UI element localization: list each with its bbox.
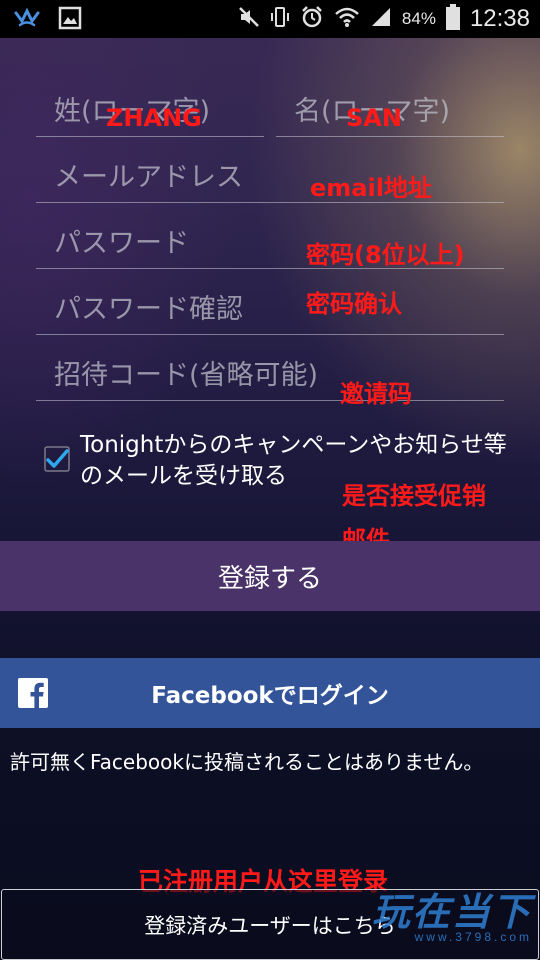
- mute-icon: [238, 6, 260, 32]
- invite-code-field[interactable]: 招待コード(省略可能): [36, 350, 504, 401]
- password-placeholder: パスワード: [54, 228, 189, 259]
- annotation-newsletter-line1: 是否接受促销: [342, 482, 486, 510]
- status-bar: 84% 12:38: [0, 0, 540, 38]
- annotation-password-confirm: 密码确认: [306, 290, 402, 318]
- annotation-password: 密码(8位以上): [306, 241, 465, 269]
- password-confirm-placeholder: パスワード確認: [54, 294, 243, 325]
- battery-percent: 84%: [401, 9, 436, 28]
- battery-icon: [445, 4, 460, 34]
- facebook-login-label: Facebookでログイン: [151, 683, 389, 709]
- register-button[interactable]: 登録する: [0, 541, 540, 611]
- email-field[interactable]: メールアドレス: [36, 152, 504, 203]
- facebook-icon: [18, 678, 48, 708]
- email-placeholder: メールアドレス: [54, 162, 243, 193]
- existing-user-login-label: 登録済みユーザーはこちら: [144, 913, 396, 938]
- password-confirm-field[interactable]: パスワード確認: [36, 284, 504, 335]
- annotation-email: email地址: [310, 174, 432, 202]
- signal-icon: [370, 6, 392, 32]
- app-notification-icon: [14, 7, 40, 33]
- wifi-icon: [334, 6, 360, 32]
- annotation-first-name: SAN: [346, 104, 402, 132]
- watermark-logo: 玩在当下 www.3798.com: [371, 889, 532, 945]
- vibrate-icon: [270, 5, 290, 33]
- watermark-main-text: 玩在当下: [371, 889, 532, 934]
- clock: 12:38: [469, 5, 530, 32]
- facebook-login-button[interactable]: Facebookでログイン: [0, 658, 540, 728]
- gallery-icon: [58, 6, 82, 34]
- annotation-invite-code: 邀请码: [340, 380, 412, 408]
- newsletter-checkbox[interactable]: [44, 446, 70, 472]
- annotation-last-name: ZHANG: [106, 104, 202, 132]
- facebook-disclaimer: 許可無くFacebookに投稿されることはありません。: [10, 750, 484, 774]
- invite-code-placeholder: 招待コード(省略可能): [54, 360, 319, 391]
- alarm-icon: [300, 5, 324, 33]
